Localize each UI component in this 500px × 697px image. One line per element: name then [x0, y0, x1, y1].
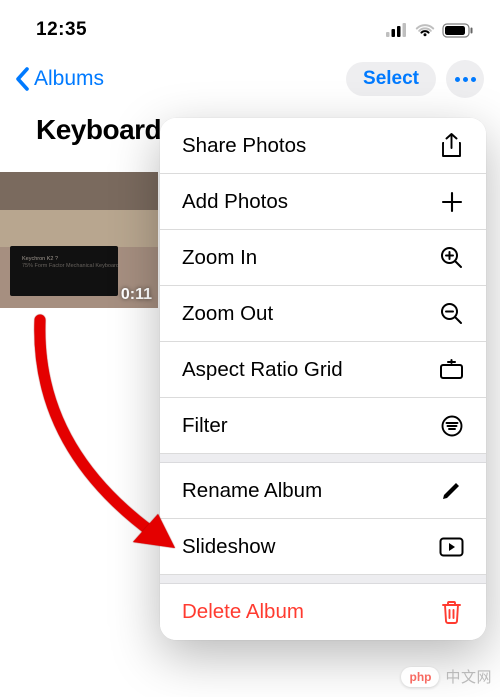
wifi-icon [415, 23, 435, 37]
watermark-badge: php [401, 667, 439, 687]
menu-label: Filter [182, 414, 228, 438]
nav-actions: Select [346, 60, 484, 98]
pencil-icon [439, 480, 464, 501]
status-bar: 12:35 [0, 0, 500, 50]
video-thumbnail[interactable]: Keychron K2 ? 75% Form Factor Mechanical… [0, 172, 158, 308]
plus-icon [439, 191, 464, 213]
menu-label: Delete Album [182, 600, 304, 624]
navigation-bar: Albums Select [0, 50, 500, 108]
menu-label: Rename Album [182, 479, 322, 503]
zoom-out-icon [439, 302, 464, 325]
menu-item-aspect-ratio-grid[interactable]: Aspect Ratio Grid [160, 342, 486, 398]
share-icon [439, 133, 464, 158]
menu-item-delete-album[interactable]: Delete Album [160, 584, 486, 640]
menu-label: Share Photos [182, 134, 306, 158]
ellipsis-icon [455, 77, 476, 82]
status-icons [386, 23, 474, 38]
menu-item-add-photos[interactable]: Add Photos [160, 174, 486, 230]
zoom-in-icon [439, 246, 464, 269]
video-duration: 0:11 [121, 286, 152, 304]
menu-item-slideshow[interactable]: Slideshow [160, 519, 486, 575]
select-button[interactable]: Select [346, 62, 436, 96]
filter-icon [439, 415, 464, 437]
watermark-text: 中文网 [445, 666, 492, 687]
back-label: Albums [34, 67, 104, 91]
menu-label: Slideshow [182, 535, 275, 559]
cellular-icon [386, 23, 408, 37]
aspect-ratio-icon [439, 359, 464, 381]
chevron-left-icon [14, 66, 32, 92]
thumbnail-caption: Keychron K2 ? 75% Form Factor Mechanical… [22, 256, 119, 270]
menu-item-filter[interactable]: Filter [160, 398, 486, 454]
menu-item-zoom-out[interactable]: Zoom Out [160, 286, 486, 342]
menu-label: Aspect Ratio Grid [182, 358, 343, 382]
menu-item-share-photos[interactable]: Share Photos [160, 118, 486, 174]
menu-label: Add Photos [182, 190, 288, 214]
menu-label: Zoom Out [182, 302, 273, 326]
menu-item-zoom-in[interactable]: Zoom In [160, 230, 486, 286]
back-button[interactable]: Albums [14, 66, 104, 92]
menu-item-rename-album[interactable]: Rename Album [160, 463, 486, 519]
more-button[interactable] [446, 60, 484, 98]
menu-separator [160, 575, 486, 584]
context-menu: Share Photos Add Photos Zoom In Zoom Out… [160, 118, 486, 640]
menu-label: Zoom In [182, 246, 257, 270]
battery-icon [442, 23, 474, 38]
trash-icon [439, 600, 464, 624]
status-time: 12:35 [36, 19, 87, 41]
menu-separator [160, 454, 486, 463]
watermark: php 中文网 [401, 666, 492, 687]
play-rect-icon [439, 537, 464, 557]
